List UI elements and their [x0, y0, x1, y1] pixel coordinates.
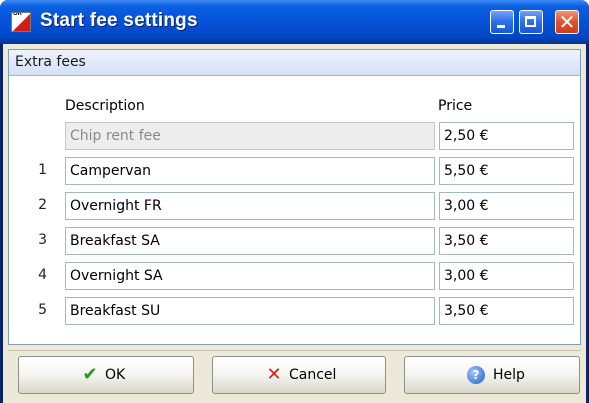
ok-button[interactable]: ✔ OK	[18, 356, 194, 394]
row-number: 3	[38, 232, 47, 248]
checkmark-icon: ✔	[82, 364, 98, 385]
fee-description-field[interactable]: Campervan	[65, 157, 435, 185]
close-icon: ✕	[558, 10, 576, 34]
extra-fees-panel: Extra fees Description Price Chip rent f…	[8, 49, 581, 345]
cancel-button-label: Cancel	[289, 367, 337, 383]
fee-price-field[interactable]: 5,50 €	[439, 157, 574, 185]
price-column-header: Price	[438, 98, 473, 114]
app-icon: OK	[11, 12, 31, 32]
fee-description-field[interactable]: Overnight FR	[65, 192, 435, 220]
row-number: 1	[38, 162, 47, 178]
minimize-button[interactable]	[490, 10, 514, 34]
fee-price-field[interactable]: 3,50 €	[439, 227, 574, 255]
fee-description-field[interactable]: Overnight SA	[65, 262, 435, 290]
window-title: Start fee settings	[40, 10, 198, 31]
title-bar[interactable]: OK Start fee settings ✕	[0, 0, 589, 44]
help-button[interactable]: ? Help	[404, 356, 580, 394]
maximize-button[interactable]	[519, 10, 543, 34]
section-header: Extra fees	[9, 50, 580, 76]
row-number: 2	[38, 197, 47, 213]
close-button[interactable]: ✕	[555, 10, 579, 34]
base-fee-description-field: Chip rent fee	[65, 122, 435, 150]
help-button-label: Help	[493, 367, 525, 383]
section-title: Extra fees	[15, 54, 86, 70]
dialog-client: Extra fees Description Price Chip rent f…	[3, 44, 586, 403]
base-fee-price-field[interactable]: 2,50 €	[439, 122, 574, 150]
cross-icon: ✕	[266, 364, 282, 385]
cancel-button[interactable]: ✕ Cancel	[212, 356, 386, 394]
app-icon-label: OK	[13, 12, 22, 17]
fee-price-field[interactable]: 3,00 €	[439, 262, 574, 290]
dialog-window: OK Start fee settings ✕ Extra fees Descr…	[0, 0, 589, 403]
row-number: 5	[38, 302, 47, 318]
fee-description-field[interactable]: Breakfast SU	[65, 297, 435, 325]
ok-button-label: OK	[105, 367, 126, 383]
minimize-icon	[497, 25, 505, 28]
description-column-header: Description	[65, 98, 145, 114]
maximize-icon	[525, 16, 536, 27]
fee-price-field[interactable]: 3,50 €	[439, 297, 574, 325]
help-icon: ?	[467, 366, 485, 384]
fee-description-field[interactable]: Breakfast SA	[65, 227, 435, 255]
fee-price-field[interactable]: 3,00 €	[439, 192, 574, 220]
button-bar-divider	[8, 350, 581, 351]
row-number: 4	[38, 267, 47, 283]
